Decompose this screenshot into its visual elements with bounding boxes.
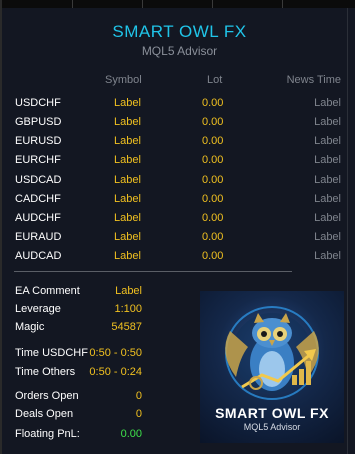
- row-news-time: Label: [314, 212, 341, 224]
- row-news-time: Label: [314, 116, 341, 128]
- time-others-label: Time Others: [15, 366, 76, 378]
- row-label: Label: [114, 212, 141, 224]
- owl-logo-badge: SMART OWL FX MQL5 Advisor: [200, 291, 344, 443]
- row-symbol: EURAUD: [15, 231, 62, 243]
- row-label: Label: [114, 193, 141, 205]
- column-header-lot: Lot: [207, 74, 223, 86]
- deals-open-label: Deals Open: [15, 408, 74, 420]
- row-lot: 0.00: [202, 250, 224, 262]
- orders-open-label: Orders Open: [15, 390, 79, 402]
- row-lot: 0.00: [202, 231, 224, 243]
- logo-brand-name: SMART OWL FX: [215, 405, 329, 421]
- row-label: Label: [114, 154, 141, 166]
- section-divider: [14, 271, 292, 272]
- row-label: Label: [114, 250, 141, 262]
- ea-comment-label: EA Comment: [15, 285, 80, 297]
- panel-subtitle: MQL5 Advisor: [141, 44, 218, 58]
- row-label: Label: [114, 174, 141, 186]
- row-symbol: AUDCAD: [15, 250, 62, 262]
- row-symbol: EURUSD: [15, 135, 62, 147]
- leverage-value: 1:100: [114, 303, 142, 315]
- panel-title: SMART OWL FX: [112, 22, 247, 41]
- column-header-symbol: Symbol: [105, 74, 142, 86]
- row-lot: 0.00: [202, 174, 224, 186]
- leverage-label: Leverage: [15, 303, 61, 315]
- chart-top-edge: [2, 0, 355, 8]
- deals-open-value: 0: [135, 408, 142, 420]
- row-lot: 0.00: [202, 135, 224, 147]
- row-symbol: AUDCHF: [15, 212, 61, 224]
- row-symbol: EURCHF: [15, 154, 61, 166]
- ea-comment-value: Label: [115, 285, 142, 297]
- row-news-time: Label: [314, 97, 341, 109]
- time-others-value: 0:50 - 0:24: [89, 366, 142, 378]
- row-lot: 0.00: [202, 97, 224, 109]
- row-label: Label: [114, 231, 141, 243]
- floating-pnl-label: Floating PnL:: [15, 428, 80, 440]
- row-lot: 0.00: [202, 116, 224, 128]
- row-label: Label: [114, 97, 141, 109]
- row-symbol: GBPUSD: [15, 116, 62, 128]
- row-news-time: Label: [314, 174, 341, 186]
- logo-tagline: MQL5 Advisor: [243, 422, 301, 432]
- row-symbol: USDCAD: [15, 174, 62, 186]
- row-news-time: Label: [314, 250, 341, 262]
- time-usdchf-label: Time USDCHF: [15, 347, 88, 359]
- row-lot: 0.00: [202, 154, 224, 166]
- panel-divider: [347, 8, 348, 454]
- advisor-panel: SMART OWL FX MQL5 Advisor Symbol Lot New…: [0, 0, 355, 454]
- row-news-time: Label: [314, 135, 341, 147]
- row-symbol: CADCHF: [15, 193, 61, 205]
- row-label: Label: [114, 116, 141, 128]
- row-symbol: USDCHF: [15, 97, 61, 109]
- row-label: Label: [114, 135, 141, 147]
- time-usdchf-value: 0:50 - 0:50: [89, 347, 142, 359]
- row-lot: 0.00: [202, 212, 224, 224]
- orders-open-value: 0: [135, 390, 142, 402]
- row-lot: 0.00: [202, 193, 224, 205]
- row-news-time: Label: [314, 193, 341, 205]
- magic-value: 54587: [111, 321, 142, 333]
- magic-label: Magic: [15, 321, 45, 333]
- row-news-time: Label: [314, 231, 341, 243]
- column-header-news-time: News Time: [286, 74, 341, 86]
- row-news-time: Label: [314, 154, 341, 166]
- floating-pnl-value: 0.00: [120, 428, 142, 440]
